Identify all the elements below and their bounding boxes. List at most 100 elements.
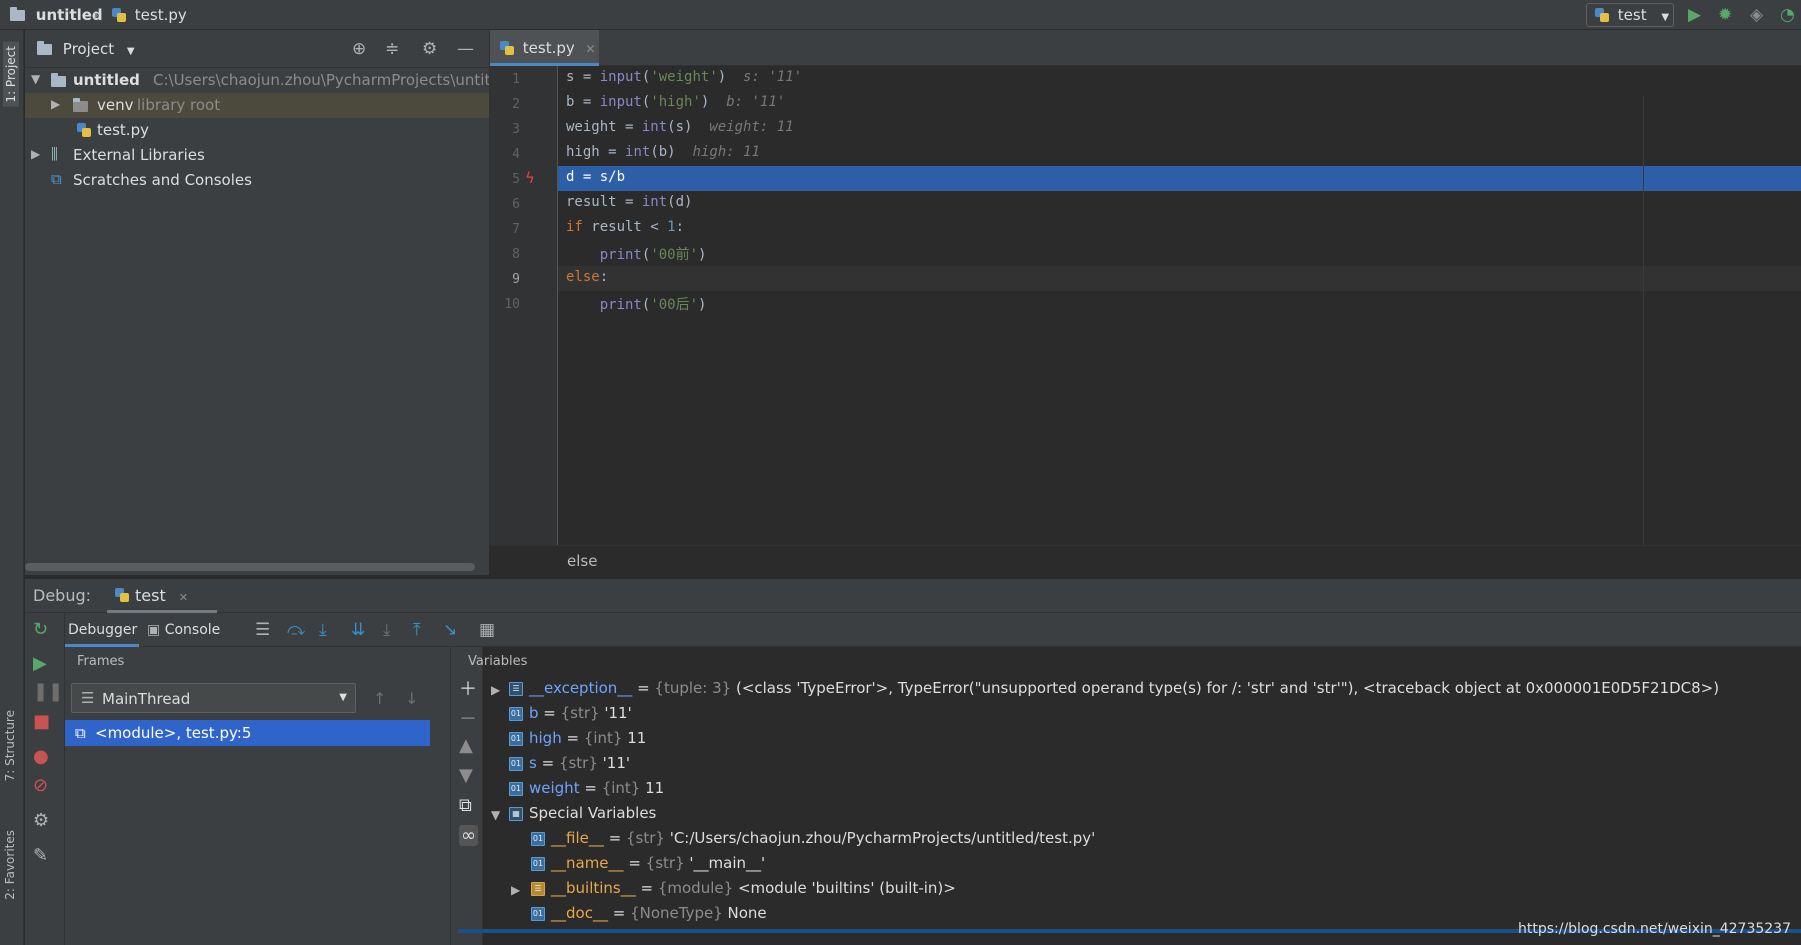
python-file-icon <box>115 588 129 603</box>
special-variable-row[interactable]: 01 __doc__ = {NoneType} None <box>531 904 767 929</box>
debugger-toolbar: Debugger ▣ Console ☰ ⤼ ⤓ ⇊ ⤓ ⤒ ↘ ▦ <box>65 613 1801 647</box>
line-number: 7 <box>512 222 520 237</box>
project-view-selector[interactable]: Project ▼ <box>37 40 135 58</box>
copy-icon[interactable]: ⧉ <box>459 795 472 816</box>
tab-debugger[interactable]: Debugger <box>65 613 139 647</box>
resume-icon[interactable]: ▶ <box>33 653 47 674</box>
chevron-right-icon: ▶ <box>31 147 41 161</box>
tool-tab-favorites[interactable]: 2: Favorites <box>3 830 17 900</box>
special-variable-row[interactable]: 01 __file__ = {str} 'C:/Users/chaojun.zho… <box>531 829 1095 854</box>
pin-icon[interactable]: ✎ <box>33 845 48 866</box>
coverage-shield-icon[interactable]: ◈ <box>1750 6 1763 24</box>
chevron-right-icon[interactable]: ▶ <box>511 883 520 897</box>
gear-icon[interactable]: ⚙ <box>33 810 49 831</box>
field-icon: 01 <box>531 906 545 921</box>
tree-item-venv[interactable]: ▶ venv library root <box>25 93 489 118</box>
code-line-1[interactable]: s = input('weight') s: '11' <box>558 66 1801 91</box>
code-line-8[interactable]: print('00前') <box>558 241 1801 266</box>
frame-icon: ⧉ <box>75 724 86 742</box>
editor-breadcrumb-bar: else <box>489 545 1801 575</box>
step-into-icon[interactable]: ⤓ <box>319 620 327 640</box>
variable-row[interactable]: 01 b = {str} '11' <box>509 704 632 729</box>
move-down-icon[interactable]: ▼ <box>459 765 473 786</box>
run-icon[interactable]: ▶ <box>1688 6 1701 24</box>
locate-icon[interactable]: ⊕ <box>352 39 366 59</box>
tree-item-external-libraries[interactable]: ▶ ⫼ External Libraries <box>25 143 489 168</box>
step-over-icon[interactable]: ⤼ <box>287 620 305 640</box>
code-line-10[interactable]: print('00后') <box>558 291 1801 316</box>
tree-item-root[interactable]: ▼ untitled C:\Users\chaojun.zhou\Pycharm… <box>25 68 489 93</box>
tool-tab-project[interactable]: 1: Project <box>3 42 19 107</box>
special-variable-row[interactable]: 01 __name__ = {str} '__main__' <box>531 854 765 879</box>
variable-row[interactable]: ☰ __exception__ = {tuple: 3} (<class 'Typ… <box>509 679 1719 704</box>
close-icon[interactable]: ✕ <box>179 591 188 604</box>
chevron-down-icon[interactable]: ▼ <box>491 808 500 822</box>
code-line-6[interactable]: result = int(d) <box>558 191 1801 216</box>
breadcrumb-project[interactable]: untitled <box>10 6 103 24</box>
pause-icon[interactable]: ❚❚ <box>33 681 63 702</box>
scratches-icon: ⧉ <box>51 170 62 188</box>
hide-icon[interactable]: — <box>457 39 474 59</box>
console-icon: ▣ <box>147 622 161 638</box>
show-execution-point-icon[interactable]: ☰ <box>255 620 270 640</box>
tab-console[interactable]: ▣ Console <box>147 613 237 647</box>
right-margin-guide <box>1643 96 1644 575</box>
gear-icon[interactable]: ⚙ <box>422 39 437 59</box>
tree-item-scratches[interactable]: ⧉ Scratches and Consoles <box>25 168 489 193</box>
view-breakpoints-icon[interactable]: ● <box>33 746 49 767</box>
special-variables-group[interactable]: ▦ Special Variables <box>509 804 656 829</box>
folder-icon <box>73 98 88 112</box>
close-icon[interactable]: ✕ <box>586 42 596 56</box>
code-line-9[interactable]: else: <box>558 266 1801 291</box>
variable-row[interactable]: 01 weight = {int} 11 <box>509 779 664 804</box>
project-horizontal-scrollbar[interactable] <box>25 563 475 571</box>
field-icon: 01 <box>509 756 523 771</box>
code-line-4[interactable]: high = int(b) high: 11 <box>558 141 1801 166</box>
variable-row[interactable]: 01 high = {int} 11 <box>509 729 646 754</box>
run-config-dropdown[interactable]: test ▼ <box>1586 3 1674 27</box>
line-number: 2 <box>512 97 520 112</box>
move-up-icon[interactable]: ▲ <box>459 735 473 756</box>
previous-frame-icon[interactable]: ↑ <box>373 689 386 708</box>
inline-value-hint: b: '11' <box>726 94 786 110</box>
code-line-3[interactable]: weight = int(s) weight: 11 <box>558 116 1801 141</box>
debug-session-tab[interactable]: test ✕ <box>107 579 217 613</box>
field-icon: 01 <box>509 781 523 796</box>
line-number: 8 <box>512 247 520 262</box>
line-number: 4 <box>512 147 520 162</box>
tree-item-test-py[interactable]: test.py <box>25 118 489 143</box>
tab-test-py[interactable]: test.py ✕ <box>490 30 599 66</box>
evaluate-expression-icon[interactable]: ▦ <box>479 620 495 640</box>
profile-icon[interactable]: ◔ <box>1780 6 1795 24</box>
frame-item[interactable]: ⧉ <module>, test.py:5 <box>65 720 430 746</box>
show-watches-icon[interactable]: ∞ <box>459 825 478 846</box>
field-icon: 01 <box>531 856 545 871</box>
run-to-cursor-icon[interactable]: ↘ <box>443 620 457 640</box>
special-variable-row[interactable]: ☰ __builtins__ = {module} <module 'builti… <box>531 879 956 904</box>
rerun-icon[interactable]: ↻ <box>33 619 48 640</box>
collapse-all-icon[interactable]: ≑ <box>385 39 399 59</box>
force-step-into-icon[interactable]: ⤓ <box>383 620 391 640</box>
code-line-7[interactable]: if result < 1: <box>558 216 1801 241</box>
breadcrumb-else[interactable]: else <box>567 552 597 570</box>
field-icon: 01 <box>509 706 523 721</box>
folder-icon <box>51 73 66 87</box>
thread-selector[interactable]: ☰ MainThread ▼ <box>71 683 356 713</box>
exception-breakpoint-icon[interactable]: ϟ <box>525 169 535 187</box>
variable-row[interactable]: 01 s = {str} '11' <box>509 754 630 779</box>
next-frame-icon[interactable]: ↓ <box>405 689 418 708</box>
chevron-right-icon[interactable]: ▶ <box>491 683 500 697</box>
line-number: 5 <box>512 172 520 187</box>
add-watch-icon[interactable]: ＋ <box>459 675 477 701</box>
debug-bug-icon[interactable]: ✹ <box>1718 6 1732 24</box>
step-out-icon[interactable]: ⤒ <box>413 620 421 640</box>
remove-watch-icon[interactable]: － <box>459 705 477 731</box>
code-line-2[interactable]: b = input('high') b: '11' <box>558 91 1801 116</box>
code-line-5-current-execution[interactable]: d = s/b <box>558 166 1801 191</box>
stop-icon[interactable]: ■ <box>33 711 50 732</box>
mute-breakpoints-icon[interactable]: ⊘ <box>33 775 48 796</box>
breadcrumb-file[interactable]: test.py <box>112 6 187 24</box>
tool-tab-structure[interactable]: 7: Structure <box>3 710 17 781</box>
line-number: 9 <box>512 272 520 287</box>
step-into-my-code-icon[interactable]: ⇊ <box>351 620 365 640</box>
